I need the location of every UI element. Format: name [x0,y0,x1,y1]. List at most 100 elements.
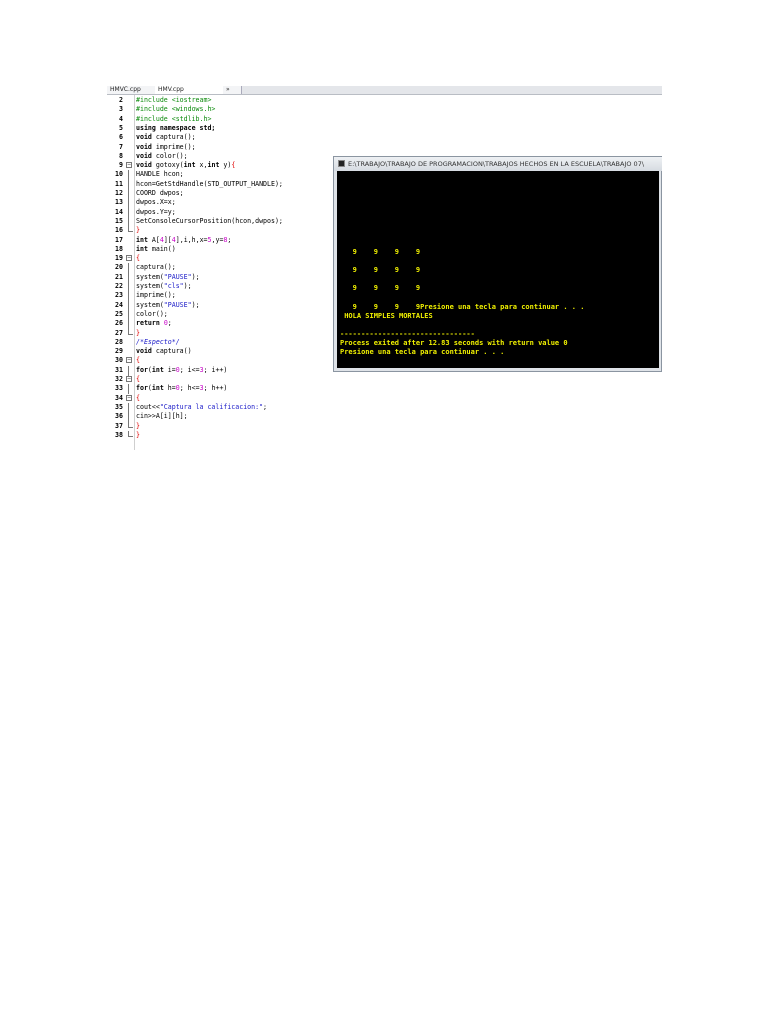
code-text: cout<<"Captura la calificacion:"; [136,402,268,411]
code-text: { [136,375,140,383]
line-number: 13 [115,198,123,207]
code-text: void color(); [136,151,188,160]
screenshot-region: HMVC.cpp HMV.cpp» 2 #include <iostream> 3 #i… [107,86,662,450]
code-line: 5 using namespace std; [107,124,662,133]
line-number: 2 [119,96,123,104]
line-number: 9 [119,161,123,170]
code-line: 7 void imprime(); [107,143,662,152]
code-text: dwpos.Y=y; [136,207,176,216]
code-text: SetConsoleCursorPosition(hcon,dwpos); [136,216,283,225]
code-line: 36 cin>>A[i][h]; [107,412,662,423]
line-number: 16 [115,226,123,235]
code-text: #include <iostream> [136,96,212,104]
code-text: system("cls"); [136,282,192,290]
fold-toggle-icon[interactable]: − [126,162,132,169]
fold-toggle-icon[interactable]: − [126,255,132,262]
fold-toggle-icon[interactable]: − [126,394,132,401]
line-number: 19 [115,254,123,263]
code-text: } [136,226,140,235]
console-app-icon [338,160,345,167]
line-number: 12 [115,189,123,197]
code-text: system("PAUSE"); [136,272,200,281]
line-number: 15 [115,216,123,225]
line-number: 21 [115,272,123,281]
console-output-line: 9 9 9 9 [340,284,421,293]
line-number: 38 [115,430,123,439]
code-text: color(); [136,309,168,318]
code-text: } [136,430,140,439]
editor-tab[interactable]: HMVC.cpp [107,86,158,94]
line-number: 30 [115,356,123,365]
code-text: void captura(); [136,133,196,142]
console-output-line: Process exited after 12.83 seconds with … [340,338,568,347]
code-text: #include <stdlib.h> [136,114,212,123]
code-text: { [136,254,140,263]
fold-toggle-icon[interactable]: − [126,376,132,382]
line-number: 27 [115,328,123,337]
line-number: 10 [115,170,123,179]
code-text: cin>>A[i][h]; [136,412,188,421]
console-title-bar[interactable]: E:\TRABAJO\TRABAJO DE PROGRAMACION\TRABA… [334,157,662,171]
line-number: 17 [115,235,123,244]
line-number: 18 [115,244,123,253]
console-title: E:\TRABAJO\TRABAJO DE PROGRAMACION\TRABA… [348,160,645,168]
code-text: HANDLE hcon; [136,170,184,179]
line-number: 4 [119,114,123,123]
console-output-line: -------------------------------- [340,329,475,338]
code-text: for(int h=0; h<=3; h++) [136,384,228,393]
fold-guide-end [128,231,133,233]
line-number: 31 [115,365,123,374]
line-number: 23 [115,291,123,300]
line-number: 25 [115,309,123,318]
console-window[interactable]: E:\TRABAJO\TRABAJO DE PROGRAMACION\TRABA… [333,156,662,372]
fold-guide-end [128,435,133,437]
console-output-line: 9 9 9 9Presione una tecla para continuar… [340,302,585,311]
line-number: 3 [119,105,123,114]
code-line: 37} [107,421,662,431]
code-text: } [136,421,140,430]
line-number: 14 [115,207,123,216]
editor-tab[interactable]: » [223,86,242,94]
code-text: /*Especto*/ [136,337,180,346]
code-text: using namespace std; [136,123,216,132]
code-text: dwpos.X=x; [136,198,176,207]
code-text: COORD dwpos; [136,189,184,197]
line-number: 22 [115,282,123,290]
code-line: 3 #include <windows.h> [107,105,662,114]
line-number: 36 [115,412,123,421]
line-number: 5 [119,123,123,132]
code-text: return 0; [136,319,172,328]
console-output: 9 9 9 9 9 9 9 9 9 9 9 9 9 9 9 9Presione … [337,171,659,368]
line-number: 26 [115,319,123,328]
line-number: 7 [119,142,123,151]
console-output-line: HOLA SIMPLES MORTALES [340,311,433,320]
code-text: { [136,356,140,365]
line-number: 34 [115,393,123,402]
code-line: 4 #include <stdlib.h> [107,115,662,124]
code-line: 38} [107,430,662,440]
code-text: { [136,393,140,402]
line-number: 28 [115,337,123,346]
line-number: 20 [115,263,123,272]
code-text: } [136,328,140,337]
code-text: for(int i=0; i<=3; i++) [136,365,228,374]
code-text: void imprime(); [136,142,196,151]
line-number: 11 [115,179,123,188]
code-text: system("PAUSE"); [136,300,200,309]
line-number: 32 [115,375,123,383]
editor-tab[interactable]: HMV.cpp [155,86,226,94]
line-number: 37 [115,421,123,430]
code-text: imprime(); [136,291,176,300]
code-text: int main() [136,244,176,253]
editor-tab-bar: HMVC.cpp HMV.cpp» [107,86,662,95]
fold-toggle-icon[interactable]: − [126,357,132,364]
line-number: 24 [115,300,123,309]
console-output-line: 9 9 9 9 [340,266,421,275]
code-line: 33 for(int h=0; h<=3; h++) [107,384,662,395]
console-output-line: Presione una tecla para continuar . . . [340,348,505,356]
line-number: 8 [119,151,123,160]
fold-guide-end [128,426,133,428]
fold-guide-end [128,333,133,335]
code-line: 34−{ [107,394,662,403]
line-number: 29 [115,347,123,356]
